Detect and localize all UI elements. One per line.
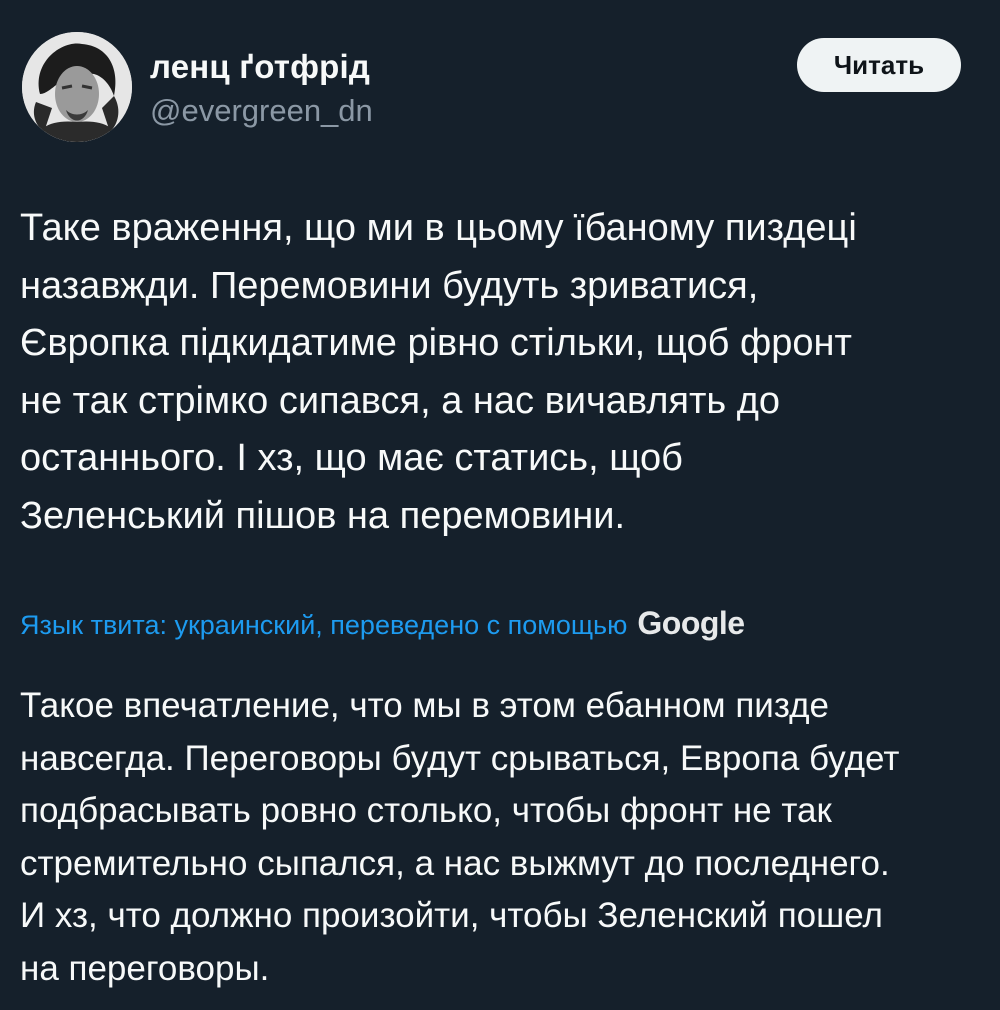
tweet-text: Таке враження, що ми в цьому їбаному пиз…: [20, 207, 857, 537]
translated-text: Такое впечатление, что мы в этом ебанном…: [20, 686, 900, 988]
follow-button[interactable]: Читать: [797, 38, 961, 92]
translation-language-link[interactable]: Язык твита: украинский, переведено с пом…: [20, 610, 627, 640]
author-avatar[interactable]: [22, 32, 132, 142]
tweet: ленц ґотфрід @evergreen_dn Читать Таке в…: [0, 0, 1000, 1010]
google-logo: Google: [637, 605, 745, 641]
translation-note: Язык твита: украинский, переведено с пом…: [20, 603, 985, 645]
profile-photo-icon: [22, 32, 132, 142]
author-handle[interactable]: @evergreen_dn: [150, 93, 373, 129]
author-display-name[interactable]: ленц ґотфрід: [150, 48, 370, 86]
